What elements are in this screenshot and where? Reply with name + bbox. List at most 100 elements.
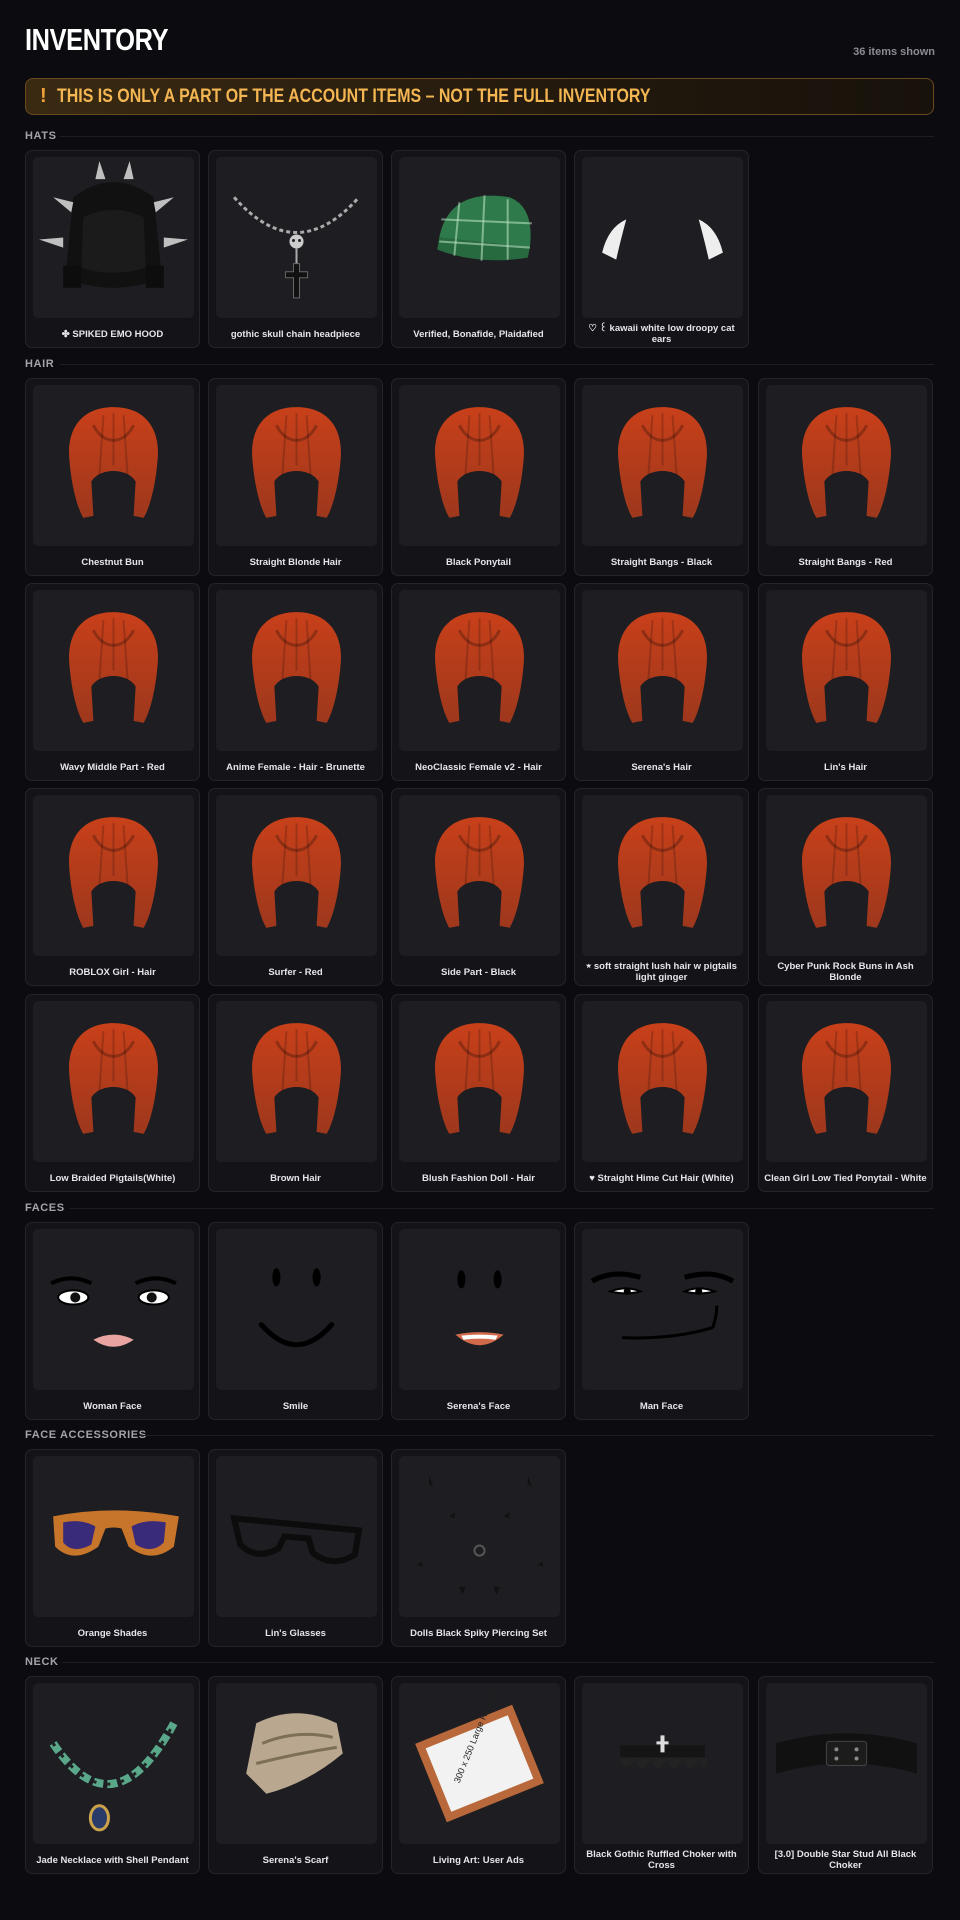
item-name: Dolls Black Spiky Piercing Set [410,1627,547,1639]
inventory-item-card[interactable]: Lin's Hair [758,583,933,781]
hair-icon [216,385,377,546]
inventory-item-card[interactable]: ♡ ꒰ kawaii white low droopy cat ears [574,150,749,348]
inventory-item-card[interactable]: Brown Hair [208,994,383,1192]
item-name: Clean Girl Low Tied Ponytail - White [764,1172,927,1184]
inventory-item-card[interactable]: 300 x 250 Large Rectangle Living Art: Use… [391,1676,566,1874]
item-name: Woman Face [83,1400,142,1412]
hair-icon [216,1001,377,1162]
header: INVENTORY 36 items shown [25,22,935,62]
section-divider [140,1435,934,1436]
inventory-item-card[interactable]: Low Braided Pigtails(White) [25,994,200,1192]
inventory-item-card[interactable]: Verified, Bonafide, Plaidafied [391,150,566,348]
framed-art-icon: 300 x 250 Large Rectangle [399,1683,560,1844]
item-name: NeoClassic Female v2 - Hair [415,761,542,773]
inventory-item-card[interactable]: Straight Bangs - Red [758,378,933,576]
item-name: Lin's Hair [824,761,867,773]
woman-face-icon [33,1229,194,1390]
inventory-item-card[interactable]: gothic skull chain headpiece [208,150,383,348]
section-label: FACES [25,1202,65,1214]
inventory-item-card[interactable]: Blush Fashion Doll - Hair [391,994,566,1192]
hair-icon [766,795,927,956]
inventory-item-card[interactable]: Wavy Middle Part - Red [25,583,200,781]
warning-icon: ! [40,85,47,107]
piercings-icon [399,1456,560,1617]
inventory-item-card[interactable]: Jade Necklace with Shell Pendant [25,1676,200,1874]
spiked-hood-icon [33,157,194,318]
inventory-item-card[interactable]: Serena's Face [391,1222,566,1420]
sunglasses-icon [33,1456,194,1617]
item-name: Serena's Face [446,1400,511,1412]
plaid-cap-icon [399,157,560,318]
inventory-item-card[interactable]: Serena's Hair [574,583,749,781]
item-name: ⭒ soft straight lush hair w pigtails lig… [586,961,737,983]
inventory-item-card[interactable]: Orange Shades [25,1449,200,1647]
inventory-item-card[interactable]: Smile [208,1222,383,1420]
item-name: Straight Bangs - Black [610,556,713,568]
inventory-item-card[interactable]: Lin's Glasses [208,1449,383,1647]
item-name: Verified, Bonafide, Plaidafied [413,328,544,340]
scarf-icon [216,1683,377,1844]
item-name: Cyber Punk Rock Buns in Ash Blonde [777,961,914,983]
smile-face-icon [216,1229,377,1390]
inventory-item-card[interactable]: NeoClassic Female v2 - Hair [391,583,566,781]
inventory-item-card[interactable]: Woman Face [25,1222,200,1420]
item-name: Serena's Hair [631,761,692,773]
inventory-item-card[interactable]: Dolls Black Spiky Piercing Set [391,1449,566,1647]
ruffled-choker-icon [582,1683,743,1844]
warning-banner: ! THIS IS ONLY A PART OF THE ACCOUNT ITE… [25,78,934,115]
inventory-item-card[interactable]: Man Face [574,1222,749,1420]
item-name: Side Part - Black [441,966,516,978]
cat-ears-icon [582,157,743,318]
inventory-item-card[interactable]: Surfer - Red [208,788,383,986]
item-name: ♥ Straight Hime Cut Hair (White) [589,1172,734,1184]
item-name: Living Art: User Ads [432,1854,525,1866]
inventory-item-card[interactable]: Chestnut Bun [25,378,200,576]
man-face-icon [582,1229,743,1390]
section-label: NECK [25,1656,59,1668]
inventory-item-card[interactable]: [3.0] Double Star Stud All Black Choker [758,1676,933,1874]
hair-icon [33,1001,194,1162]
necklace-icon [33,1683,194,1844]
inventory-item-card[interactable]: Black Ponytail [391,378,566,576]
section-divider [70,1208,934,1209]
hair-icon [399,590,560,751]
item-name: Brown Hair [270,1172,321,1184]
section-label: HATS [25,130,57,142]
item-name: Smile [282,1400,309,1412]
item-name: Black Ponytail [446,556,511,568]
hair-icon [582,385,743,546]
inventory-item-card[interactable]: Black Gothic Ruffled Choker with Cross [574,1676,749,1874]
inventory-item-card[interactable]: Side Part - Black [391,788,566,986]
glasses-icon [216,1456,377,1617]
inventory-item-card[interactable]: Clean Girl Low Tied Ponytail - White [758,994,933,1192]
inventory-item-card[interactable]: ROBLOX Girl - Hair [25,788,200,986]
item-name: ROBLOX Girl - Hair [69,966,156,978]
inventory-item-card[interactable]: ✤ SPIKED EMO HOOD [25,150,200,348]
hair-icon [399,385,560,546]
inventory-item-card[interactable]: ♥ Straight Hime Cut Hair (White) [574,994,749,1192]
hair-icon [766,590,927,751]
hair-icon [582,590,743,751]
inventory-item-card[interactable]: Cyber Punk Rock Buns in Ash Blonde [758,788,933,986]
inventory-item-card[interactable]: ⭒ soft straight lush hair w pigtails lig… [574,788,749,986]
hair-icon [216,795,377,956]
item-name: Serena's Scarf [262,1854,329,1866]
item-name: Surfer - Red [268,966,323,978]
section-divider [60,136,934,137]
item-name: Straight Blonde Hair [249,556,342,568]
hair-icon [216,590,377,751]
section-label: HAIR [25,358,55,370]
warning-text: THIS IS ONLY A PART OF THE ACCOUNT ITEMS… [56,85,651,107]
inventory-item-card[interactable]: Anime Female - Hair - Brunette [208,583,383,781]
hair-icon [766,385,927,546]
item-name: Man Face [639,1400,684,1412]
section-divider [60,364,934,365]
item-name: Blush Fashion Doll - Hair [422,1172,535,1184]
inventory-item-card[interactable]: Serena's Scarf [208,1676,383,1874]
serena-face-icon [399,1229,560,1390]
item-name: ✤ SPIKED EMO HOOD [61,328,164,340]
item-name: Lin's Glasses [265,1627,326,1639]
inventory-item-card[interactable]: Straight Bangs - Black [574,378,749,576]
item-name: gothic skull chain headpiece [230,328,361,340]
inventory-item-card[interactable]: Straight Blonde Hair [208,378,383,576]
